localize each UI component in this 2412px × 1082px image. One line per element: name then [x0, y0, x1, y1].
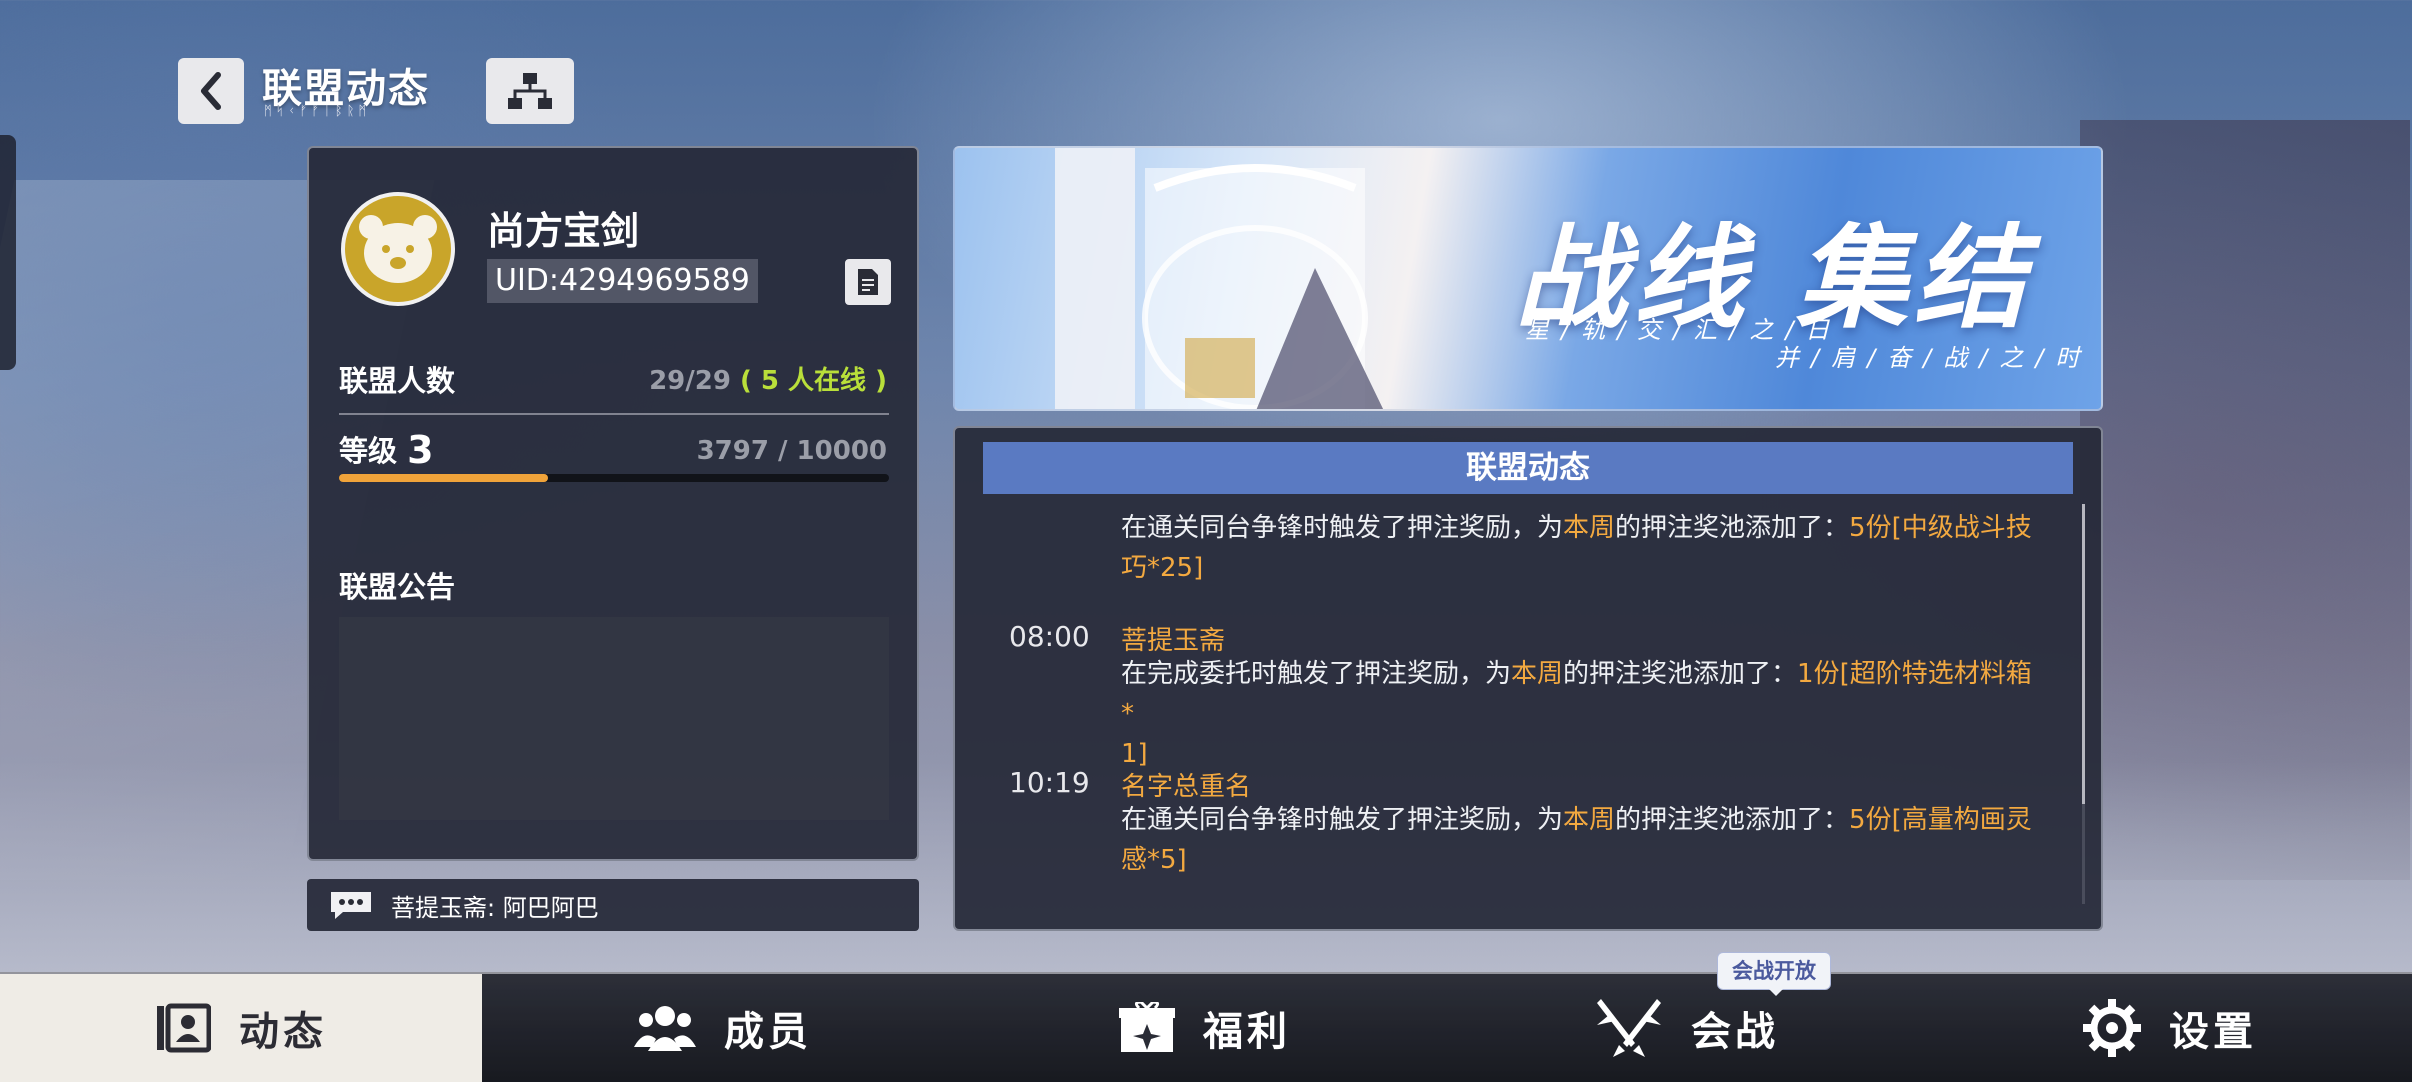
log-scrollbar-thumb[interactable]	[2082, 504, 2085, 804]
log-text-mid: 的押注奖池添加了：	[1563, 659, 1798, 689]
member-count-value: 29/29 ( 5 人在线 )	[649, 360, 887, 397]
nav-tab-welfare[interactable]: 福利	[964, 974, 1446, 1082]
log-text-mid: 的押注奖池添加了：	[1615, 805, 1850, 835]
log-time: 08:00	[1009, 620, 1090, 653]
nav-tab-members[interactable]: 成员	[482, 974, 964, 1082]
log-text-reward-cont: 1]	[1121, 739, 1148, 769]
nav-tab-label: 动态	[239, 1009, 327, 1055]
log-text-week: 本周	[1563, 513, 1616, 543]
guild-activity-log[interactable]: 联盟动态 在通关同台争锋时触发了押注奖励，为本周的押注奖池添加了：5份[中级战斗…	[953, 426, 2103, 931]
members-icon	[634, 1006, 696, 1051]
hierarchy-button[interactable]	[486, 58, 574, 124]
log-text-week: 本周	[1563, 805, 1616, 835]
bear-face-icon	[359, 215, 437, 283]
log-text-mid: 的押注奖池添加了：	[1615, 513, 1850, 543]
banner-subtitle-right: 并/肩/奋/战/之/时	[1775, 344, 2092, 372]
hierarchy-icon	[508, 73, 552, 109]
nav-tab-label: 会战	[1691, 1009, 1779, 1055]
battle-open-badge: 会战开放	[1717, 952, 1831, 990]
nav-tab-activity[interactable]: 动态	[0, 974, 482, 1082]
log-text-reward-cont: 感*5]	[1121, 845, 1187, 875]
log-text-week: 本周	[1511, 659, 1564, 689]
exp-progress-bar	[339, 474, 889, 482]
log-text-reward: 5份[中级战斗技	[1849, 513, 2032, 543]
log-player-name[interactable]: 名字总重名	[1121, 766, 1251, 803]
level-label: 等级	[339, 434, 398, 468]
nav-tab-label: 设置	[2169, 1009, 2257, 1055]
exp-progress-fill	[339, 474, 548, 482]
log-player-name[interactable]: 菩提玉斋	[1121, 620, 1225, 657]
online-count: ( 5 人在线 )	[739, 366, 887, 396]
level-value: 3	[407, 428, 434, 472]
exp-value: 3797 / 10000	[696, 436, 887, 466]
log-time: 10:19	[1009, 766, 1090, 799]
gift-box-icon	[1119, 1002, 1175, 1052]
document-icon	[858, 269, 878, 295]
battle-open-badge-pointer	[1766, 986, 1786, 996]
guild-avatar	[341, 192, 455, 306]
guild-chat-bar[interactable]: 菩提玉斋: 阿巴阿巴	[307, 879, 919, 931]
bottom-nav: 动态 成员 福利 会战 设置	[0, 972, 2412, 1082]
nav-tab-label: 成员	[724, 1009, 812, 1055]
background-building-shade	[2080, 120, 2410, 880]
log-text-pre: 在完成委托时触发了押注奖励，为	[1121, 659, 1512, 689]
log-text-reward-cont: 巧*25]	[1121, 553, 1204, 583]
chat-bubble-icon	[329, 890, 373, 920]
guild-name: 尚方宝剑	[487, 209, 640, 253]
guild-detail-button[interactable]	[845, 259, 891, 305]
notice-content-box[interactable]	[339, 617, 889, 820]
nav-tab-settings[interactable]: 设置	[1928, 974, 2412, 1082]
guild-uid: UID:4294969589	[487, 259, 758, 303]
guild-info-panel: 尚方宝剑 UID:4294969589 联盟人数 29/29 ( 5 人在线 )…	[307, 146, 919, 861]
member-count-label: 联盟人数	[339, 364, 456, 398]
page-subtitle-runes: ᛗᛋᚲᚠᚠᛁᛒᚱᛗ	[264, 104, 371, 119]
chat-latest-message: 菩提玉斋: 阿巴阿巴	[391, 893, 599, 922]
log-entry-text: 在通关同台争锋时触发了押注奖励，为本周的押注奖池添加了：5份[高量构画灵 感*5…	[1121, 800, 2041, 880]
nav-tab-label: 福利	[1203, 1009, 1291, 1055]
banner-artwork	[1055, 148, 1384, 409]
side-edge-tab[interactable]	[0, 135, 16, 370]
log-entry-text: 在通关同台争锋时触发了押注奖励，为本周的押注奖池添加了：5份[中级战斗技 巧*2…	[1121, 508, 2041, 588]
back-button[interactable]	[178, 58, 244, 124]
gear-icon	[2083, 999, 2141, 1057]
log-text-pre: 在通关同台争锋时触发了押注奖励，为	[1121, 805, 1564, 835]
log-header: 联盟动态	[983, 442, 2073, 494]
member-count-number: 29/29	[649, 366, 731, 396]
nav-tab-battle[interactable]: 会战	[1446, 974, 1928, 1082]
log-text-pre: 在通关同台争锋时触发了押注奖励，为	[1121, 513, 1564, 543]
notice-label: 联盟公告	[339, 570, 456, 604]
crossed-swords-icon	[1597, 999, 1661, 1057]
divider	[339, 413, 889, 415]
log-entry-text: 在完成委托时触发了押注奖励，为本周的押注奖池添加了：1份[超阶特选材料箱* 1]	[1121, 654, 2041, 774]
chevron-left-icon	[201, 72, 221, 110]
log-text-reward: 5份[高量构画灵	[1849, 805, 2032, 835]
level-row: 等级 3	[339, 428, 434, 472]
profile-card-icon	[157, 1003, 211, 1053]
event-banner[interactable]: 战线 集结 星/轨/交/汇/之/日 并/肩/奋/战/之/时	[953, 146, 2103, 411]
